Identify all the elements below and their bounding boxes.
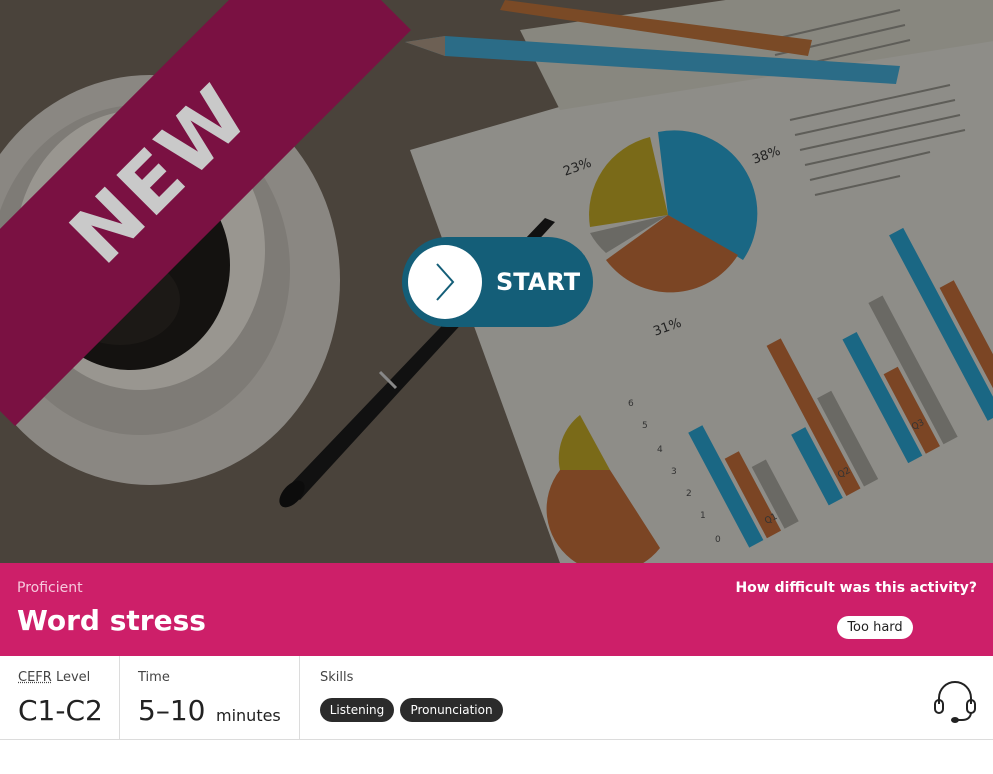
difficulty-question: How difficult was this activity? xyxy=(735,580,977,596)
activity-info-bar: CEFR Level C1-C2 Time 5–10 minutes Skill… xyxy=(0,656,993,740)
skill-tag-listening: Listening xyxy=(320,698,394,722)
headset-icon[interactable] xyxy=(932,678,978,724)
axis-tick: 4 xyxy=(657,445,663,455)
cefr-column: CEFR Level C1-C2 xyxy=(0,656,120,740)
axis-tick: 0 xyxy=(715,535,721,545)
time-value: 5–10 xyxy=(138,694,206,727)
cefr-label-suffix: Level xyxy=(51,670,91,685)
axis-tick: 6 xyxy=(628,399,634,409)
time-column: Time 5–10 minutes xyxy=(120,656,300,740)
too-hard-button[interactable]: Too hard xyxy=(837,616,913,639)
skills-column: Skills Listening Pronunciation xyxy=(300,656,993,740)
activity-banner: Proficient Word stress How difficult was… xyxy=(0,563,993,656)
skill-tag-pronunciation: Pronunciation xyxy=(400,698,503,722)
cefr-abbr: CEFR xyxy=(18,670,52,685)
axis-tick: 5 xyxy=(642,421,648,431)
chevron-right-icon xyxy=(408,245,482,319)
start-button[interactable]: START xyxy=(402,237,593,327)
start-button-label: START xyxy=(496,268,581,296)
activity-hero-image: 23% 38% 31% 6% 0 1 2 3 4 5 6 Q1 Q2 Q3 NE… xyxy=(0,0,993,563)
page-title: Word stress xyxy=(17,604,206,637)
axis-tick: 1 xyxy=(700,511,706,521)
cefr-value: C1-C2 xyxy=(18,694,103,727)
time-label: Time xyxy=(138,670,170,685)
time-unit: minutes xyxy=(216,706,281,725)
cefr-label: CEFR Level xyxy=(18,670,90,685)
axis-tick: 3 xyxy=(671,467,677,477)
skills-label: Skills xyxy=(320,670,354,685)
level-name: Proficient xyxy=(17,580,83,596)
axis-tick: 2 xyxy=(686,489,692,499)
